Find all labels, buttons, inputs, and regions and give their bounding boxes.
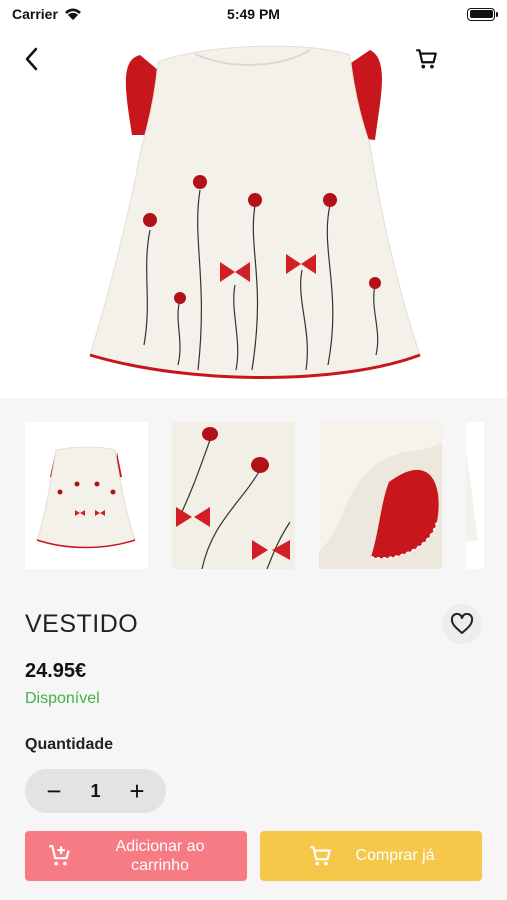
status-bar: Carrier 5:49 PM bbox=[0, 0, 507, 28]
thumbnail-2[interactable] bbox=[172, 422, 295, 569]
wifi-icon bbox=[64, 8, 81, 20]
availability-status: Disponível bbox=[25, 690, 100, 707]
action-buttons: Adicionar ao carrinho Comprar já bbox=[25, 831, 482, 881]
quantity-label: Quantidade bbox=[25, 736, 114, 753]
back-arrow-icon bbox=[25, 47, 38, 71]
decrease-quantity-button[interactable]: − bbox=[43, 778, 65, 804]
cart-icon bbox=[310, 846, 332, 866]
back-button[interactable] bbox=[16, 44, 46, 74]
battery-icon bbox=[467, 7, 498, 21]
product-price: 24.95€ bbox=[25, 660, 87, 682]
quantity-stepper: − 1 + bbox=[25, 769, 166, 813]
product-screen: Carrier 5:49 PM VESTIDO 24.95€ Disponíve… bbox=[0, 0, 507, 900]
thumbnail-1[interactable] bbox=[25, 422, 148, 569]
buy-now-button[interactable]: Comprar já bbox=[260, 831, 482, 881]
quantity-value: 1 bbox=[90, 780, 101, 801]
add-to-cart-label: Adicionar ao carrinho bbox=[115, 837, 205, 874]
favorite-button[interactable] bbox=[442, 604, 482, 644]
carrier-label: Carrier bbox=[12, 6, 58, 22]
add-cart-icon bbox=[49, 845, 70, 866]
cart-button[interactable] bbox=[411, 44, 441, 74]
thumbnail-dress-image bbox=[25, 422, 148, 569]
increase-quantity-button[interactable]: + bbox=[126, 778, 148, 804]
thumbnail-detail-image bbox=[172, 422, 295, 569]
thumbnail-sleeve-image bbox=[319, 422, 442, 569]
cart-icon bbox=[416, 49, 437, 69]
product-title: VESTIDO bbox=[25, 609, 139, 638]
heart-icon bbox=[450, 613, 474, 634]
title-row: VESTIDO bbox=[25, 604, 482, 644]
thumbnail-gallery[interactable] bbox=[25, 422, 507, 569]
status-time: 5:49 PM bbox=[227, 6, 280, 22]
thumbnail-partial-image bbox=[466, 422, 484, 569]
thumbnail-3[interactable] bbox=[319, 422, 442, 569]
buy-now-label: Comprar já bbox=[355, 847, 435, 865]
thumbnail-4[interactable] bbox=[466, 422, 484, 569]
dress-image bbox=[89, 45, 421, 379]
add-to-cart-button[interactable]: Adicionar ao carrinho bbox=[25, 831, 247, 881]
